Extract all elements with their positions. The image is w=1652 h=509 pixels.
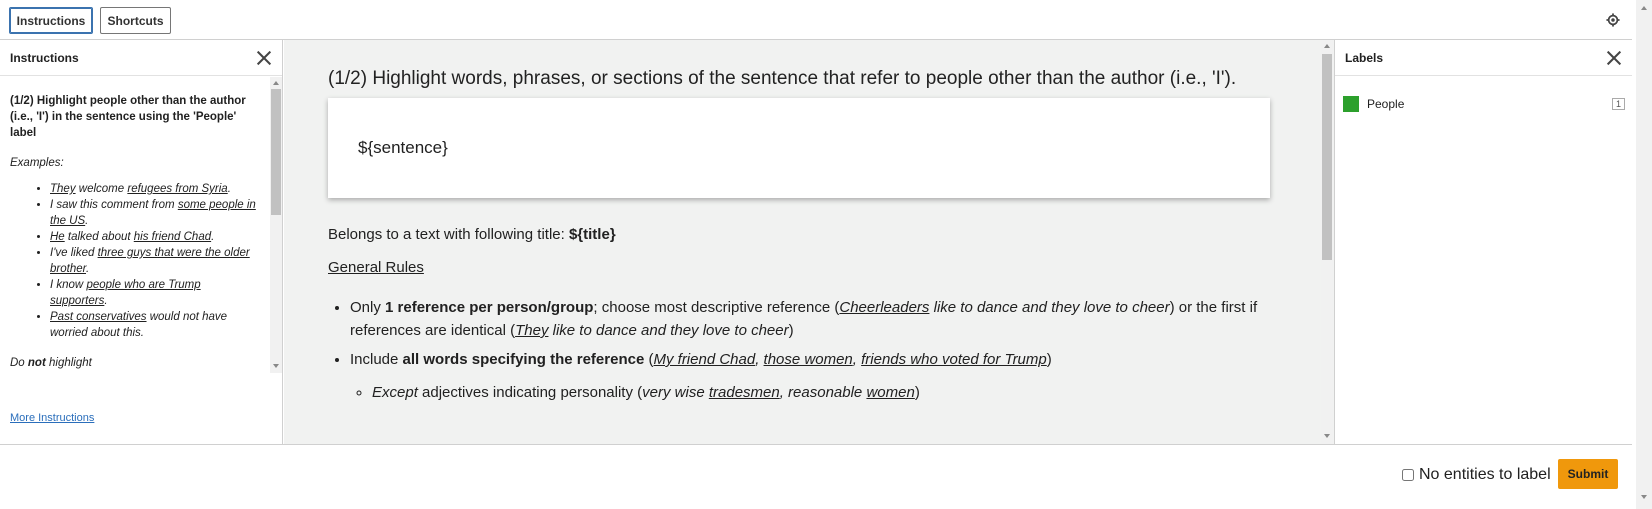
shortcut-badge: 1: [1611, 98, 1625, 110]
label-name: People: [1367, 97, 1405, 111]
close-icon[interactable]: [1606, 50, 1622, 66]
panel-title: Labels: [1345, 50, 1384, 65]
list-item: He talked about his friend Chad.: [50, 229, 260, 245]
panel-header: Instructions: [0, 40, 282, 76]
content-scrollbar[interactable]: [1321, 40, 1333, 444]
sentence-box[interactable]: ${sentence}: [328, 98, 1270, 198]
gear-icon[interactable]: [1606, 13, 1620, 27]
instructions-scrollbar[interactable]: [270, 77, 282, 373]
top-bar: Instructions Shortcuts: [0, 0, 1632, 39]
task-content: (1/2) Highlight words, phrases, or secti…: [284, 40, 1334, 444]
scroll-up-icon[interactable]: [1324, 44, 1330, 48]
panel-header: Labels: [1335, 40, 1632, 76]
more-instructions-link[interactable]: More Instructions: [10, 412, 94, 424]
do-not-text: Do not highlight: [10, 357, 92, 369]
title-info: Belongs to a text with following title: …: [328, 226, 616, 243]
scroll-thumb[interactable]: [1636, 0, 1648, 420]
color-swatch: [1343, 96, 1359, 112]
scroll-up-icon[interactable]: [273, 81, 279, 85]
examples-label: Examples:: [10, 157, 64, 169]
page-scrollbar[interactable]: [1636, 0, 1652, 509]
divider: [0, 444, 1632, 445]
list-item: I saw this comment from some people in t…: [50, 197, 260, 229]
close-icon[interactable]: [256, 50, 272, 66]
panel-title: Instructions: [10, 50, 79, 65]
sentence-text[interactable]: ${sentence}: [358, 138, 448, 157]
rules-list: Only 1 reference per person/group; choos…: [350, 296, 1270, 404]
labels-panel: Labels People 1: [1334, 40, 1632, 444]
instruction-text: (1/2) Highlight people other than the au…: [10, 95, 246, 139]
no-entities-checkbox-row[interactable]: No entities to label: [1402, 466, 1551, 484]
tab-instructions[interactable]: Instructions: [9, 7, 93, 34]
scroll-thumb[interactable]: [271, 89, 281, 215]
scroll-up-icon[interactable]: [1641, 6, 1647, 10]
no-entities-label: No entities to label: [1419, 466, 1551, 483]
submit-button[interactable]: Submit: [1558, 459, 1618, 489]
scroll-thumb[interactable]: [1322, 54, 1332, 260]
list-item: Except adjectives indicating personality…: [372, 381, 1270, 404]
scroll-down-icon[interactable]: [1324, 434, 1330, 438]
tab-shortcuts[interactable]: Shortcuts: [100, 7, 171, 34]
no-entities-checkbox[interactable]: [1402, 469, 1414, 481]
question-title: (1/2) Highlight words, phrases, or secti…: [328, 68, 1237, 89]
instructions-panel: Instructions (1/2) Highlight people othe…: [0, 40, 283, 444]
list-item: I know people who are Trump supporters.: [50, 277, 260, 309]
list-item: Past conservatives would not have worrie…: [50, 309, 260, 341]
examples-list: They welcome refugees from Syria. I saw …: [50, 181, 260, 341]
list-item: Include all words specifying the referen…: [350, 348, 1270, 404]
list-item: I've liked three guys that were the olde…: [50, 245, 260, 277]
label-people[interactable]: People 1: [1343, 96, 1625, 112]
instructions-body: (1/2) Highlight people other than the au…: [0, 77, 270, 397]
scroll-down-icon[interactable]: [1641, 495, 1647, 499]
list-item: They welcome refugees from Syria.: [50, 181, 260, 197]
general-rules-heading: General Rules: [328, 259, 424, 276]
list-item: Only 1 reference per person/group; choos…: [350, 296, 1270, 342]
scroll-down-icon[interactable]: [273, 364, 279, 368]
